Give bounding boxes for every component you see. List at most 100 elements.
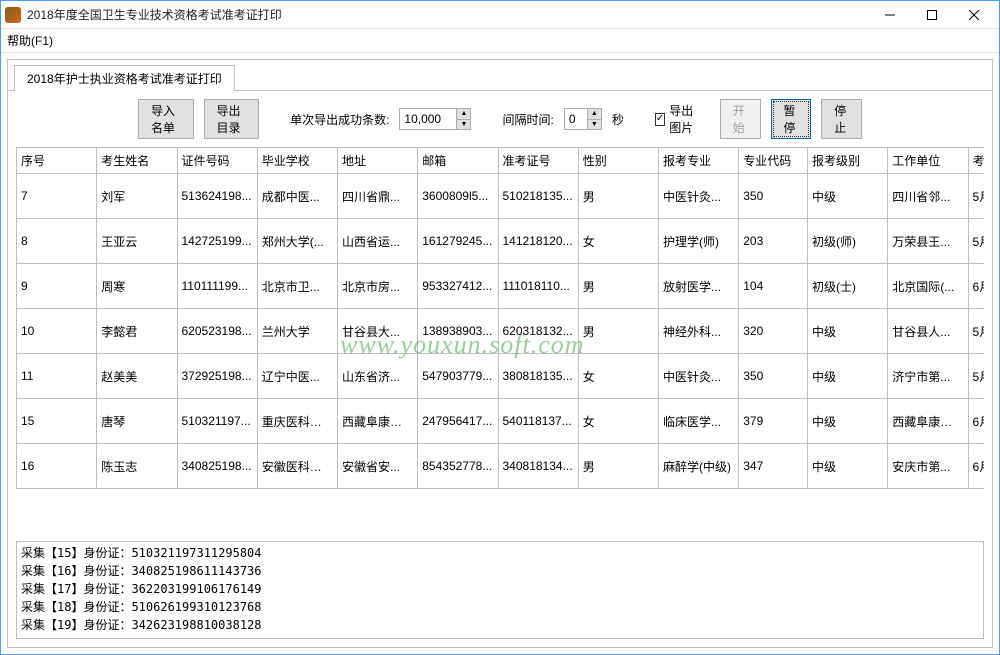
log-line: 采集【17】身份证：362203199106176149 [21,580,979,598]
cell: 141218120... [498,219,578,264]
cell: 111018110... [498,264,578,309]
cell: 513624198... [177,174,257,219]
cell: 护理学(师) [659,219,739,264]
close-button[interactable] [953,3,995,27]
col-header[interactable]: 邮箱 [418,148,498,174]
cell: 中级 [808,309,888,354]
interval-up-icon[interactable]: ▲ [588,109,601,120]
cell: 北京市房... [338,264,418,309]
cell: 9 [17,264,97,309]
cell: 510218135... [498,174,578,219]
cell: 四川省鼎... [338,174,418,219]
col-header[interactable]: 考生姓名 [97,148,177,174]
cell: 161279245... [418,219,498,264]
col-header[interactable]: 证件号码 [177,148,257,174]
titlebar: 2018年度全国卫生专业技术资格考试准考证打印 [1,1,999,29]
col-header[interactable]: 序号 [17,148,97,174]
cell: 138938903... [418,309,498,354]
cell: 3600809l5... [418,174,498,219]
log-line: 采集【16】身份证：340825198611143736 [21,562,979,580]
start-button[interactable]: 开始 [720,99,761,139]
cell: 男 [578,309,658,354]
table-row[interactable]: 8王亚云142725199...郑州大学(...山西省运...161279245… [17,219,985,264]
batch-up-icon[interactable]: ▲ [457,109,470,120]
col-header[interactable]: 考试 [968,148,984,174]
table-row[interactable]: 15唐琴510321197...重庆医科大学西藏阜康医院247956417...… [17,399,985,444]
cell: 中医针灸... [659,354,739,399]
cell: 203 [739,219,808,264]
cell: 临床医学... [659,399,739,444]
menu-help[interactable]: 帮助(F1) [7,32,53,49]
cell: 510321197... [177,399,257,444]
cell: 5月26 [968,309,984,354]
cell: 重庆医科大学 [257,399,337,444]
table-row[interactable]: 9周寒110111199...北京市卫...北京市房...953327412..… [17,264,985,309]
cell: 初级(师) [808,219,888,264]
cell: 10 [17,309,97,354]
log-line: 采集【15】身份证：510321197311295804 [21,544,979,562]
data-grid-scroll[interactable]: 序号考生姓名证件号码毕业学校地址邮箱准考证号性别报考专业专业代码报考级别工作单位… [16,147,984,533]
col-header[interactable]: 报考级别 [808,148,888,174]
cell: 620523198... [177,309,257,354]
col-header[interactable]: 性别 [578,148,658,174]
cell: 247956417... [418,399,498,444]
maximize-button[interactable] [911,3,953,27]
cell: 山西省运... [338,219,418,264]
interval-down-icon[interactable]: ▼ [588,120,601,130]
tab-print[interactable]: 2018年护士执业资格考试准考证打印 [14,65,235,91]
cell: 李懿君 [97,309,177,354]
cell: 安徽省安... [338,444,418,489]
col-header[interactable]: 准考证号 [498,148,578,174]
table-row[interactable]: 16陈玉志340825198...安徽医科大学安徽省安...854352778.… [17,444,985,489]
cell: 甘谷县大... [338,309,418,354]
log-output[interactable]: 采集【15】身份证：510321197311295804采集【16】身份证：34… [16,541,984,639]
cell: 中医针灸... [659,174,739,219]
cell: 11 [17,354,97,399]
cell: 953327412... [418,264,498,309]
minimize-button[interactable] [869,3,911,27]
menubar: 帮助(F1) [1,29,999,53]
cell: 辽宁中医... [257,354,337,399]
col-header[interactable]: 工作单位 [888,148,968,174]
table-row[interactable]: 11赵美美372925198...辽宁中医...山东省济...547903779… [17,354,985,399]
cell: 成都中医... [257,174,337,219]
pause-button[interactable]: 暂停 [771,99,812,139]
batch-count-input[interactable] [400,109,456,129]
cell: 350 [739,354,808,399]
batch-count-label: 单次导出成功条数: [290,111,389,128]
cell: 320 [739,309,808,354]
import-list-button[interactable]: 导入名单 [138,99,194,139]
interval-stepper[interactable]: ▲ ▼ [564,108,602,130]
stop-button[interactable]: 停止 [821,99,862,139]
cell: 赵美美 [97,354,177,399]
col-header[interactable]: 专业代码 [739,148,808,174]
cell: 四川省邻... [888,174,968,219]
interval-input[interactable] [565,109,587,129]
data-grid[interactable]: 序号考生姓名证件号码毕业学校地址邮箱准考证号性别报考专业专业代码报考级别工作单位… [16,147,984,489]
table-row[interactable]: 10李懿君620523198...兰州大学甘谷县大...138938903...… [17,309,985,354]
table-row[interactable]: 7刘军513624198...成都中医...四川省鼎...3600809l5..… [17,174,985,219]
cell: 6月2日 [968,264,984,309]
check-icon: ✓ [655,113,665,126]
cell: 6月3日 [968,399,984,444]
tabstrip: 2018年护士执业资格考试准考证打印 [8,60,992,91]
cell: 540118137... [498,399,578,444]
col-header[interactable]: 地址 [338,148,418,174]
cell: 西藏阜康医院 [338,399,418,444]
batch-count-stepper[interactable]: ▲ ▼ [399,108,471,130]
export-dir-button[interactable]: 导出目录 [204,99,260,139]
export-image-label: 导出图片 [669,102,695,136]
close-icon [969,10,979,20]
cell: 380818135... [498,354,578,399]
cell: 340825198... [177,444,257,489]
maximize-icon [927,10,937,20]
cell: 女 [578,354,658,399]
col-header[interactable]: 毕业学校 [257,148,337,174]
cell: 初级(士) [808,264,888,309]
cell: 山东省济... [338,354,418,399]
export-image-checkbox[interactable]: ✓ 导出图片 [655,102,695,136]
col-header[interactable]: 报考专业 [659,148,739,174]
batch-down-icon[interactable]: ▼ [457,120,470,130]
cell: 唐琴 [97,399,177,444]
cell: 6月2日 [968,444,984,489]
